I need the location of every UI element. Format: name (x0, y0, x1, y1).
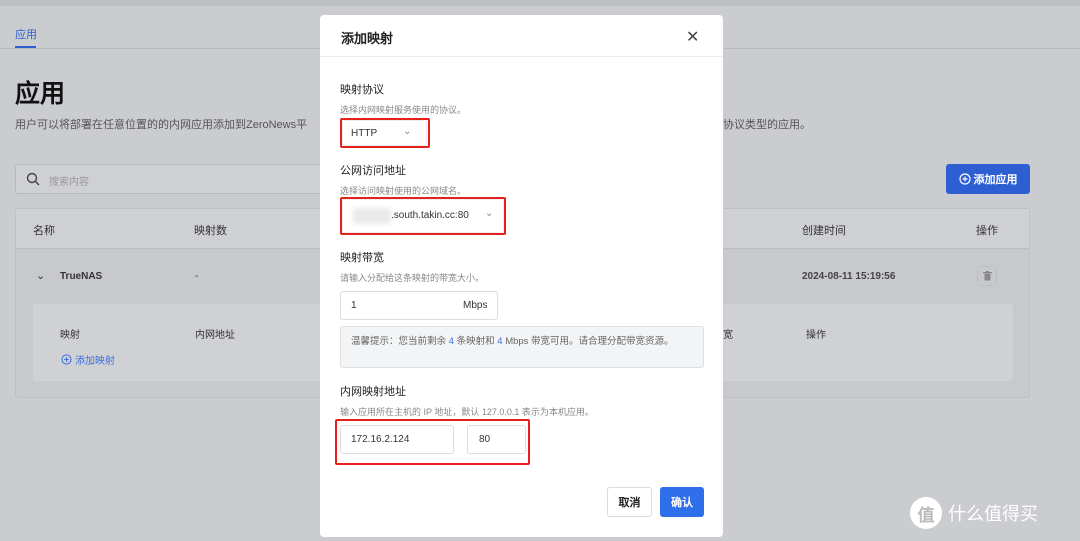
ip-value: 172.16.2.124 (351, 434, 410, 445)
col-created: 创建时间 (802, 225, 846, 237)
page-title: 应用 (15, 80, 66, 108)
app-created: 2024-08-11 15:19:56 (802, 271, 896, 282)
add-app-button[interactable]: 添加应用 (946, 164, 1030, 194)
public-address-select[interactable]: .south.takin.cc:80 ⌄ (342, 199, 504, 233)
sub-col-internal: 内网地址 (195, 330, 235, 341)
protocol-hint: 选择内网映射服务使用的协议。 (340, 105, 467, 115)
trash-icon (982, 271, 992, 281)
tip-text: Mbps 带宽可用。请合理分配带宽资源。 (505, 336, 674, 347)
expand-chevron-icon[interactable]: ⌄ (36, 269, 45, 282)
add-app-label: 添加应用 (973, 174, 1018, 186)
watermark-logo: 值 (910, 497, 942, 529)
delete-button[interactable] (977, 266, 997, 286)
col-mappings: 映射数 (194, 225, 227, 237)
plus-circle-icon (958, 173, 971, 185)
public-address-label: 公网访问地址 (340, 165, 406, 177)
internal-address-label: 内网映射地址 (340, 386, 406, 398)
protocol-select[interactable]: HTTP ⌄ (342, 120, 427, 146)
page-description-tail: 协议类型的应用。 (723, 119, 811, 131)
chevron-down-icon: ⌄ (485, 208, 494, 219)
tip-mappings-count: 4 (448, 336, 454, 347)
public-address-hint: 选择访问映射使用的公网域名。 (340, 186, 467, 196)
watermark: 值 什么值得买 (910, 497, 1038, 529)
internal-address-hint: 输入应用所在主机的 IP 地址，默认 127.0.0.1 表示为本机应用。 (340, 407, 594, 417)
app-name: TrueNAS (60, 271, 103, 282)
close-icon[interactable]: ✕ (686, 27, 699, 47)
bandwidth-tip: 温馨提示：您当前剩余 4 条映射和 4 Mbps 带宽可用。请合理分配带宽资源。 (340, 326, 704, 368)
public-address-value: .south.takin.cc:80 (391, 210, 469, 221)
bandwidth-hint: 请输入分配给这条映射的带宽大小。 (340, 273, 485, 283)
tab-apps[interactable]: 应用 (15, 26, 37, 42)
tab-active-indicator (15, 46, 36, 48)
search-input[interactable]: 搜索内容 (15, 164, 335, 194)
app-mappings: - (195, 271, 199, 282)
bandwidth-input[interactable]: 1 Mbps (340, 291, 498, 320)
blurred-region (353, 208, 391, 224)
port-input[interactable]: 80 (467, 425, 526, 454)
bandwidth-value: 1 (351, 300, 357, 311)
dialog-header: 添加映射 ✕ (320, 15, 723, 57)
bandwidth-label: 映射带宽 (340, 252, 384, 264)
col-name: 名称 (33, 225, 55, 237)
watermark-text: 什么值得买 (948, 504, 1038, 524)
col-actions: 操作 (976, 225, 998, 237)
tip-text: 条映射和 (456, 336, 495, 347)
sub-col-actions: 操作 (806, 330, 826, 341)
page-description: 用户可以将部署在任意位置的的内网应用添加到ZeroNews平 (15, 119, 308, 131)
cancel-button[interactable]: 取消 (607, 487, 652, 517)
add-mapping-dialog: 添加映射 ✕ 映射协议 选择内网映射服务使用的协议。 HTTP ⌄ 公网访问地址… (320, 15, 723, 537)
tip-text: 温馨提示：您当前剩余 (351, 336, 447, 347)
ip-input[interactable]: 172.16.2.124 (340, 425, 454, 454)
search-placeholder: 搜索内容 (49, 177, 89, 188)
sub-col-bandwidth: 宽 (723, 330, 733, 341)
bandwidth-unit: Mbps (463, 300, 488, 311)
plus-circle-icon (61, 354, 72, 365)
add-mapping-label: 添加映射 (75, 356, 115, 367)
confirm-button[interactable]: 确认 (660, 487, 704, 517)
port-value: 80 (479, 434, 491, 445)
dialog-title: 添加映射 (341, 31, 394, 46)
search-icon (26, 172, 40, 186)
tip-mbps-count: 4 (497, 336, 503, 347)
add-mapping-link[interactable]: 添加映射 (61, 352, 115, 367)
chevron-down-icon: ⌄ (403, 126, 412, 137)
protocol-label: 映射协议 (340, 84, 384, 96)
sub-col-mapping: 映射 (60, 330, 80, 341)
protocol-value: HTTP (351, 128, 378, 139)
